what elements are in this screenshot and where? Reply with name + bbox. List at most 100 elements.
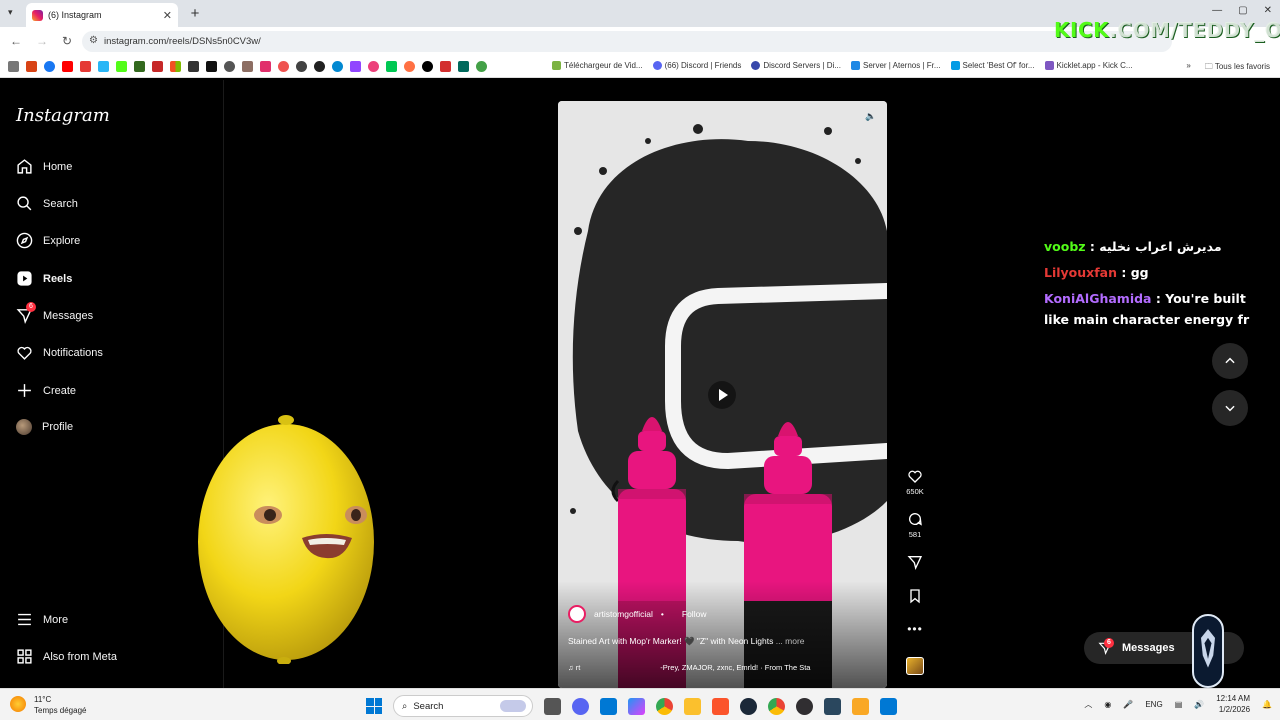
follow-button[interactable]: Follow: [682, 609, 707, 619]
bookmark-o-icon[interactable]: [278, 61, 289, 72]
microsoft-icon[interactable]: [170, 61, 181, 72]
sidebar-item-explore[interactable]: Explore: [16, 232, 80, 249]
save-action[interactable]: [901, 588, 929, 607]
mute-speaker-icon[interactable]: 🔈: [865, 111, 879, 125]
kick-icon[interactable]: [116, 61, 127, 72]
volume-icon[interactable]: 🔊: [1194, 700, 1204, 709]
tab-search-chevron-icon[interactable]: ▾: [8, 7, 13, 18]
discord-tray-icon[interactable]: ◉: [1104, 700, 1111, 709]
bookmark-x-icon[interactable]: [188, 61, 199, 72]
apps-grid-icon[interactable]: [8, 61, 19, 72]
new-tab-button[interactable]: +: [186, 5, 204, 23]
bookmark-aternos[interactable]: Server | Aternos | Fr...: [851, 61, 941, 70]
taskbar-search[interactable]: ⌕ Search: [393, 695, 533, 717]
stream-chat-overlay: voobz : مديرش اعراب نخليه Lilyouxfan : g…: [1044, 234, 1274, 330]
bookmark-pin-icon[interactable]: [296, 61, 307, 72]
file-explorer-icon[interactable]: [684, 697, 701, 715]
bookmark-globe-icon[interactable]: [332, 61, 343, 72]
tab-close-icon[interactable]: ✕: [163, 9, 172, 22]
site-info-icon[interactable]: ⚙: [89, 35, 98, 46]
forward-arrow-icon[interactable]: →: [36, 34, 48, 48]
sidebar-item-profile[interactable]: Profile: [16, 419, 73, 435]
share-action[interactable]: [901, 554, 929, 573]
youtube-icon[interactable]: [62, 61, 73, 72]
bookmark-downloader[interactable]: Téléchargeur de Vid...: [552, 61, 643, 70]
bookmark-blue-icon[interactable]: [98, 61, 109, 72]
facebook-icon[interactable]: [44, 61, 55, 72]
vscode-icon[interactable]: [880, 697, 897, 715]
steam-2-icon[interactable]: [824, 697, 841, 715]
bookmarks-overflow-button[interactable]: »: [1186, 61, 1190, 75]
reel-audio-info[interactable]: ♫ rt -Prey, ZMAJOR, zxnc, Emrld! · From …: [568, 663, 878, 672]
minimize-button[interactable]: —: [1212, 5, 1222, 16]
twitch-icon[interactable]: [350, 61, 361, 72]
bookmark-favicon-icon[interactable]: [26, 61, 37, 72]
bookmark-discord-servers[interactable]: Discord Servers | Di...: [751, 61, 841, 70]
notes-icon[interactable]: [852, 697, 869, 715]
close-window-button[interactable]: ✕: [1264, 5, 1272, 16]
microphone-icon[interactable]: 🎤: [1123, 700, 1133, 709]
steam-icon[interactable]: [740, 697, 757, 715]
sidebar-item-notifications[interactable]: Notifications: [16, 344, 103, 361]
bookmark-kicklet[interactable]: Kicklet.app - Kick C...: [1044, 61, 1133, 70]
instagram-logo[interactable]: Instagram: [16, 105, 110, 126]
chrome-icon[interactable]: [656, 697, 673, 715]
chrome-active-icon[interactable]: [768, 697, 785, 715]
author-avatar[interactable]: [568, 605, 586, 623]
bookmark-green-icon[interactable]: [476, 61, 487, 72]
discord-taskbar-icon[interactable]: [572, 697, 589, 715]
outlook-icon[interactable]: [600, 697, 617, 715]
bookmark-orange-icon[interactable]: [404, 61, 415, 72]
url-bar[interactable]: ⚙ instagram.com/reels/DSNs5n0CV3w/: [82, 31, 1172, 52]
bookmark-teal-icon[interactable]: [458, 61, 469, 72]
bookmark-brush-icon[interactable]: [242, 61, 253, 72]
copilot-icon[interactable]: [628, 697, 645, 715]
bookmark-discord-friends[interactable]: (66) Discord | Friends: [652, 61, 741, 70]
bookmark-best-of[interactable]: Select 'Best Of' for...: [950, 61, 1035, 70]
sidebar-item-messages[interactable]: 6 Messages: [16, 302, 93, 324]
language-indicator[interactable]: ENG: [1145, 700, 1162, 709]
sidebar-item-more[interactable]: More: [16, 611, 68, 628]
play-icon[interactable]: [708, 381, 736, 409]
reload-icon[interactable]: ↻: [62, 34, 72, 48]
maximize-button[interactable]: ▢: [1238, 5, 1247, 16]
instagram-bookmark-icon[interactable]: [260, 61, 271, 72]
sidebar-item-home[interactable]: Home: [16, 158, 72, 175]
clock[interactable]: 12:14 AM 1/2/2026: [1216, 693, 1250, 715]
tray-overflow-chevron-icon[interactable]: ︿: [1084, 699, 1092, 710]
windows-start-icon[interactable]: [366, 698, 382, 714]
all-bookmarks-folder[interactable]: 🗀 Tous les favoris: [1205, 61, 1270, 75]
browser-tab-instagram[interactable]: (6) Instagram ✕: [26, 3, 178, 27]
reel-video[interactable]: 🔈 artistomgofficial • Follow Stained Art…: [558, 101, 887, 688]
bookmark-pink-icon[interactable]: [368, 61, 379, 72]
previous-reel-button[interactable]: [1212, 343, 1248, 379]
more-options-icon[interactable]: •••: [901, 622, 929, 636]
author-username[interactable]: artistomgofficial: [594, 609, 653, 619]
next-reel-button[interactable]: [1212, 390, 1248, 426]
sidebar-item-also-from-meta[interactable]: Also from Meta: [16, 648, 117, 665]
bookmark-k-icon[interactable]: [386, 61, 397, 72]
sidebar-item-reels[interactable]: Reels: [16, 270, 72, 287]
sidebar-item-create[interactable]: Create: [16, 382, 76, 399]
caption-more-link[interactable]: ... more: [776, 636, 805, 646]
obs-icon[interactable]: [796, 697, 813, 715]
bookmark-gear-icon[interactable]: [224, 61, 235, 72]
back-arrow-icon[interactable]: ←: [10, 34, 22, 48]
bookmark-dark-icon[interactable]: [314, 61, 325, 72]
bookmark-game-icon[interactable]: [152, 61, 163, 72]
notifications-bell-icon[interactable]: 🔔: [1262, 700, 1272, 709]
bookmark-s-icon[interactable]: [80, 61, 91, 72]
weather-widget[interactable]: 11°C Temps dégagé: [10, 694, 86, 716]
bookmark-g-icon[interactable]: [134, 61, 145, 72]
sidebar-item-search[interactable]: Search: [16, 195, 78, 212]
tiktok-icon[interactable]: [206, 61, 217, 72]
like-action[interactable]: 650K: [901, 468, 929, 496]
task-view-icon[interactable]: [544, 697, 561, 715]
comment-action[interactable]: 581: [901, 511, 929, 539]
audio-thumbnail[interactable]: [906, 657, 924, 675]
bookmark-black-icon[interactable]: [422, 61, 433, 72]
network-icon[interactable]: ▤: [1175, 700, 1183, 709]
bookmark-red-icon[interactable]: [440, 61, 451, 72]
brave-icon[interactable]: [712, 697, 729, 715]
audio-note-label: ♫ rt: [568, 663, 581, 672]
